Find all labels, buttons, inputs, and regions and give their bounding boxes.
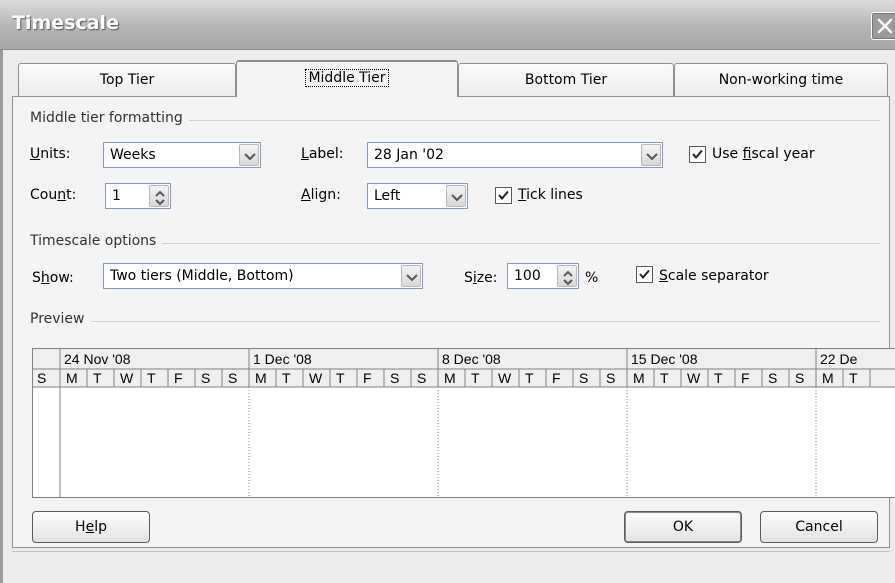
chevron-down-icon <box>244 153 256 161</box>
label-value: 28 Jan '02 <box>374 147 444 163</box>
tab-non-working-time[interactable]: Non-working time <box>674 63 888 96</box>
preview-day-label: M <box>255 370 267 386</box>
size-spinner[interactable]: 100 <box>507 263 579 289</box>
preview-day-label: T <box>849 370 858 386</box>
preview-day-label: W <box>309 370 323 386</box>
group-divider <box>30 321 880 322</box>
tick-lines-checkbox[interactable] <box>495 187 512 204</box>
group-label-timescale-options: Timescale options <box>30 233 163 249</box>
preview-day-label: T <box>93 370 102 386</box>
tab-bottom-tier[interactable]: Bottom Tier <box>458 63 674 96</box>
units-dropdown[interactable]: Weeks <box>103 142 261 168</box>
preview-week-label: 8 Dec '08 <box>442 351 501 367</box>
align-dropdown[interactable]: Left <box>367 183 468 209</box>
dropdown-arrow[interactable] <box>239 144 259 166</box>
up-down-arrows-icon <box>563 270 573 286</box>
timescale-preview: S 24 Nov '08 M T W T F S S 1 Dec '08 M T W T F S S 8 Dec … <box>32 348 895 498</box>
preview-day-label: F <box>174 370 183 386</box>
tab-label: Non-working time <box>718 72 844 88</box>
preview-day-label: S <box>201 370 210 386</box>
count-spinner[interactable]: 1 <box>105 183 171 209</box>
preview-day-label: S <box>606 370 615 386</box>
align-label: Align: <box>301 187 341 203</box>
label-dropdown[interactable]: 28 Jan '02 <box>367 142 663 168</box>
label-label: Label: <box>301 146 344 162</box>
preview-day-label: S <box>768 370 777 386</box>
tab-top-tier[interactable]: Top Tier <box>18 63 236 96</box>
preview-week-label: 15 Dec '08 <box>631 351 698 367</box>
dialog-bottom-divider <box>12 551 890 552</box>
size-unit: % <box>585 270 599 286</box>
preview-day-label: T <box>714 370 723 386</box>
tab-label: Top Tier <box>99 72 155 88</box>
chevron-down-icon <box>646 153 658 161</box>
scale-separator-checkbox[interactable] <box>636 266 653 283</box>
preview-day-label: T <box>282 370 291 386</box>
preview-day-label: T <box>336 370 345 386</box>
preview-day-label: F <box>741 370 750 386</box>
show-value: Two tiers (Middle, Bottom) <box>110 268 294 284</box>
preview-day-label: S <box>228 370 237 386</box>
preview-day-label: F <box>363 370 372 386</box>
use-fiscal-year-label: Use fiscal year <box>712 146 815 162</box>
size-label: Size: <box>464 270 498 286</box>
cancel-button[interactable]: Cancel <box>760 511 878 543</box>
tab-middle-tier[interactable]: Middle Tier <box>236 60 458 97</box>
units-value: Weeks <box>110 147 156 163</box>
preview-week-label: 22 De <box>820 351 858 367</box>
ok-button[interactable]: OK <box>624 511 742 543</box>
preview-day-label: T <box>147 370 156 386</box>
preview-day-label: S <box>795 370 804 386</box>
preview-day-label: T <box>525 370 534 386</box>
preview-day-label: M <box>444 370 456 386</box>
preview-day-label: W <box>120 370 134 386</box>
show-dropdown[interactable]: Two tiers (Middle, Bottom) <box>103 263 423 289</box>
checkmark-icon <box>692 149 703 160</box>
close-button[interactable] <box>871 12 895 40</box>
preview-week-label: 24 Nov '08 <box>64 351 131 367</box>
checkmark-icon <box>498 190 509 201</box>
preview-day-label: S <box>417 370 426 386</box>
use-fiscal-year-checkbox[interactable] <box>689 146 706 163</box>
dropdown-arrow[interactable] <box>641 144 661 166</box>
preview-day-label: M <box>66 370 78 386</box>
preview-day-label: W <box>687 370 701 386</box>
tick-lines-label: Tick lines <box>518 187 583 203</box>
show-label: Show: <box>32 270 74 286</box>
preview-day-label: S <box>37 370 46 386</box>
title-bar: Timescale <box>0 0 895 50</box>
tab-label: Middle Tier <box>305 69 389 87</box>
preview-week-label: 1 Dec '08 <box>253 351 312 367</box>
units-label: Units: <box>30 146 71 162</box>
size-value: 100 <box>514 268 541 284</box>
preview-day-label: S <box>579 370 588 386</box>
window-title: Timescale <box>12 12 119 34</box>
chevron-down-icon <box>451 194 463 202</box>
spinner-arrows[interactable] <box>557 265 577 287</box>
preview-day-label: F <box>552 370 561 386</box>
group-label-middle-tier-formatting: Middle tier formatting <box>30 110 189 126</box>
preview-day-label: M <box>822 370 834 386</box>
align-value: Left <box>374 188 401 204</box>
preview-day-label: W <box>498 370 512 386</box>
count-label: Count: <box>30 187 77 203</box>
group-label-preview: Preview <box>30 311 91 327</box>
timescale-preview-canvas: S24 Nov '08M T W T F S S1 Dec '08M T W T F S S8 Dec … <box>33 349 895 497</box>
checkmark-icon <box>639 269 650 280</box>
preview-day-label: T <box>471 370 480 386</box>
chevron-down-icon <box>406 274 418 282</box>
spinner-arrows[interactable] <box>149 185 169 207</box>
count-value: 1 <box>112 188 121 204</box>
up-down-arrows-icon <box>155 190 165 206</box>
dropdown-arrow[interactable] <box>401 265 421 287</box>
preview-day-label: T <box>660 370 669 386</box>
scale-separator-label: Scale separator <box>659 268 769 284</box>
tab-label: Bottom Tier <box>524 72 608 88</box>
dropdown-arrow[interactable] <box>446 185 466 207</box>
close-icon <box>877 18 893 34</box>
help-button[interactable]: Help <box>32 511 150 543</box>
preview-day-label: S <box>390 370 399 386</box>
preview-day-label: M <box>633 370 645 386</box>
